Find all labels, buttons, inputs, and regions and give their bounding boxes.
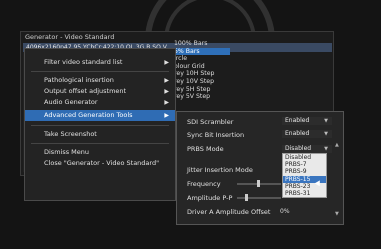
list-item[interactable]: ircle	[174, 55, 234, 63]
sdi-scrambler-dropdown[interactable]: Enabled ▼	[282, 117, 332, 125]
menu-item-close-window[interactable]: Close "Generator - Video Standard"	[25, 158, 175, 169]
frequency-slider-handle[interactable]	[257, 180, 260, 187]
amplitude-label: Amplitude P-P	[187, 194, 233, 202]
list-item[interactable]: 100% Bars	[174, 40, 234, 48]
driver-offset-label: Driver A Amplitude Offset	[187, 208, 271, 216]
frequency-label: Frequency	[187, 180, 221, 188]
menu-item-label: Audio Generator	[44, 98, 98, 106]
submenu-arrow-icon: ▶	[164, 112, 169, 119]
amplitude-slider[interactable]	[237, 197, 281, 199]
dropdown-value: Enabled	[285, 130, 310, 137]
submenu-arrow-icon: ▶	[164, 77, 169, 84]
menu-item-pathological[interactable]: Pathological insertion ▶	[25, 75, 175, 86]
jitter-insertion-mode-label: Jitter Insertion Mode	[187, 166, 253, 174]
list-item[interactable]: rey 10V Step	[174, 78, 234, 86]
prbs-mode-dropdown[interactable]: Disabled ▼	[282, 145, 332, 153]
video-standard-list[interactable]: 100% Bars 5% Bars ircle olour Grid rey 1…	[171, 40, 234, 101]
menu-divider	[31, 143, 169, 144]
amplitude-slider-handle[interactable]	[245, 194, 248, 201]
sync-bit-insertion-dropdown[interactable]: Enabled ▼	[282, 130, 332, 138]
list-item[interactable]: olour Grid	[174, 63, 234, 71]
scroll-down-icon[interactable]: ▼	[335, 211, 339, 217]
prbs-mode-label: PRBS Mode	[187, 145, 224, 153]
context-menu: Filter video standard list ▶ Pathologica…	[24, 48, 176, 201]
menu-item-label: Advanced Generation Tools	[44, 111, 133, 119]
submenu-arrow-icon: ▶	[164, 99, 169, 106]
chevron-down-icon: ▼	[324, 131, 328, 137]
scroll-up-icon[interactable]: ▲	[335, 142, 339, 148]
menu-item-audio-generator[interactable]: Audio Generator ▶	[25, 97, 175, 108]
menu-item-label: Dismiss Menu	[44, 148, 90, 156]
submenu-arrow-icon: ▶	[164, 59, 169, 66]
menu-item-take-screenshot[interactable]: Take Screenshot	[25, 129, 175, 140]
chevron-down-icon: ▼	[324, 118, 328, 124]
menu-item-label: Output offset adjustment	[44, 87, 127, 95]
list-item[interactable]: rey 5V Step	[174, 93, 234, 101]
driver-offset-value: 0%	[280, 208, 290, 215]
dropdown-option[interactable]: PRBS-9	[283, 168, 326, 175]
dropdown-option[interactable]: PRBS-7	[283, 161, 326, 168]
prbs-mode-options[interactable]: Disabled PRBS-7 PRBS-9 PRBS-15 PRBS-23 P…	[282, 153, 327, 199]
list-item[interactable]: rey 10H Step	[174, 70, 234, 78]
chevron-down-icon: ▼	[324, 146, 328, 152]
dropdown-option[interactable]: Disabled	[283, 154, 326, 161]
menu-item-label: Take Screenshot	[44, 130, 97, 138]
dropdown-value: Enabled	[285, 117, 310, 124]
sdi-scrambler-label: SDI Scrambler	[187, 118, 234, 126]
menu-item-label: Pathological insertion	[44, 76, 114, 84]
menu-item-label: Filter video standard list	[44, 58, 123, 66]
sync-bit-insertion-label: Sync Bit Insertion	[187, 131, 245, 139]
submenu-arrow-icon: ▶	[164, 88, 169, 95]
dropdown-option[interactable]: PRBS-31	[283, 190, 326, 197]
list-item-selected[interactable]: 5% Bars	[171, 47, 230, 56]
menu-item-label: Close "Generator - Video Standard"	[44, 159, 160, 167]
menu-divider	[31, 71, 169, 72]
menu-item-dismiss[interactable]: Dismiss Menu	[25, 147, 175, 158]
menu-item-output-offset[interactable]: Output offset adjustment ▶	[25, 86, 175, 97]
window-title: Generator - Video Standard	[25, 33, 115, 41]
dropdown-value: Disabled	[285, 145, 312, 152]
list-item[interactable]: rey 5H Step	[174, 86, 234, 94]
menu-item-filter[interactable]: Filter video standard list ▶	[25, 57, 175, 68]
menu-item-advanced-generation-tools[interactable]: Advanced Generation Tools ▶	[25, 110, 175, 121]
menu-divider	[31, 125, 169, 126]
